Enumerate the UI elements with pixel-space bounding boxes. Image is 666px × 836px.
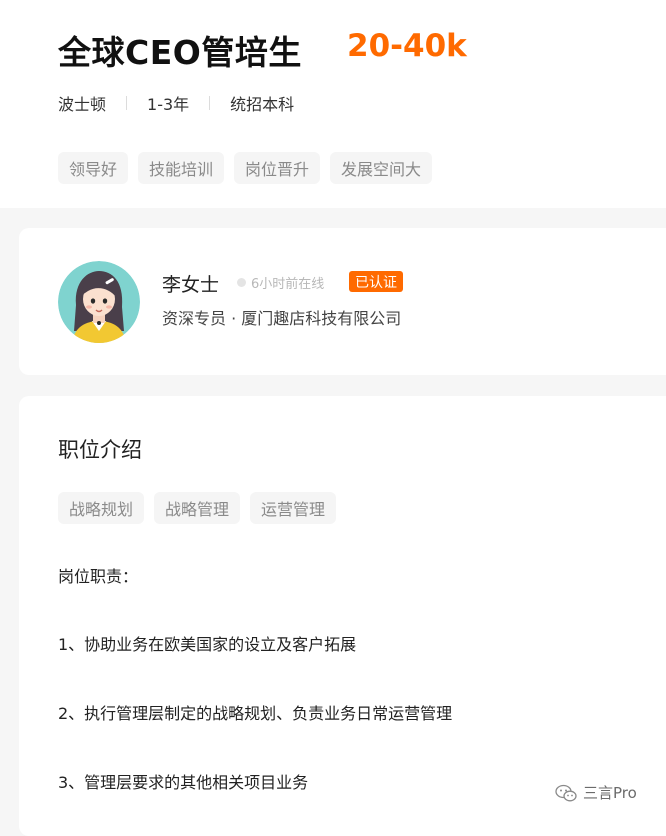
benefit-tag: 技能培训 — [138, 152, 225, 184]
job-description-card: 职位介绍 战略规划 战略管理 运营管理 岗位职责： 1、协助业务在欧美国家的设立… — [19, 396, 666, 836]
skill-tag: 运营管理 — [250, 492, 337, 524]
duty-item: 1、协助业务在欧美国家的设立及客户拓展 — [58, 635, 357, 654]
benefit-tag: 领导好 — [58, 152, 129, 184]
benefit-tag: 发展空间大 — [330, 152, 433, 184]
section-title: 职位介绍 — [58, 438, 142, 462]
job-title: 全球CEO管培生 — [58, 33, 302, 72]
watermark: 三言Pro — [555, 782, 637, 803]
duty-item: 2、执行管理层制定的战略规划、负责业务日常运营管理 — [58, 704, 453, 723]
online-status: 6小时前在线 — [237, 273, 324, 292]
duties-heading: 岗位职责： — [58, 567, 139, 586]
skill-tag: 战略规划 — [58, 492, 145, 524]
recruiter-title-company: 资深专员 · 厦门趣店科技有限公司 — [162, 309, 402, 328]
verified-badge: 已认证 — [349, 271, 403, 292]
online-status-text: 6小时前在线 — [251, 277, 325, 292]
skill-tag: 战略管理 — [154, 492, 241, 524]
recruiter-name: 李女士 — [162, 274, 220, 296]
job-education: 统招本科 — [230, 95, 295, 114]
meta-divider — [126, 96, 128, 110]
meta-divider — [209, 96, 211, 110]
watermark-text: 三言Pro — [583, 784, 637, 802]
wechat-icon — [555, 784, 577, 801]
job-header: 全球CEO管培生 20-40k 波士顿 1-3年 统招本科 领导好 技能培训 岗… — [0, 0, 666, 208]
avatar[interactable] — [58, 261, 140, 343]
duty-item: 3、管理层要求的其他相关项目业务 — [58, 773, 309, 792]
benefit-tag: 岗位晋升 — [234, 152, 321, 184]
skill-tags: 战略规划 战略管理 运营管理 — [58, 492, 337, 524]
benefit-tags: 领导好 技能培训 岗位晋升 发展空间大 — [58, 152, 433, 184]
online-dot-icon — [237, 278, 246, 287]
recruiter-card[interactable]: 李女士 6小时前在线 已认证 资深专员 · 厦门趣店科技有限公司 — [19, 228, 666, 375]
job-meta: 波士顿 1-3年 统招本科 — [58, 92, 294, 114]
job-experience: 1-3年 — [147, 95, 190, 114]
salary: 20-40k — [347, 28, 467, 64]
recruiter-avatar-icon — [58, 261, 140, 343]
job-location: 波士顿 — [58, 95, 107, 114]
